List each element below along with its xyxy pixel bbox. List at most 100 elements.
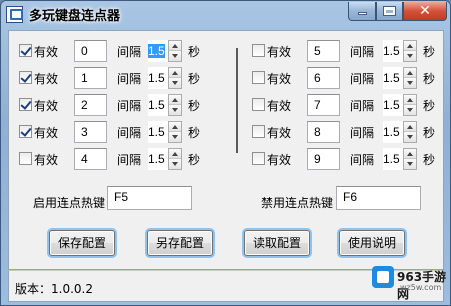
key-field[interactable]: 9 <box>307 148 340 170</box>
minimize-button[interactable] <box>348 2 376 21</box>
seconds-label: 秒 <box>188 99 201 113</box>
interval-spinner[interactable] <box>403 94 417 116</box>
interval-label: 间隔 <box>350 126 375 140</box>
interval-value[interactable]: 1.5 <box>383 148 403 170</box>
spin-up-icon[interactable] <box>169 68 181 78</box>
spin-down-icon[interactable] <box>169 105 181 115</box>
enable-label: 有效 <box>34 72 59 86</box>
seconds-label: 秒 <box>423 153 436 167</box>
enable-checkbox[interactable] <box>252 98 265 111</box>
spin-up-icon[interactable] <box>169 122 181 132</box>
seconds-label: 秒 <box>188 153 201 167</box>
enable-label: 有效 <box>267 126 292 140</box>
interval-value[interactable]: 1.5 <box>148 94 168 116</box>
seconds-label: 秒 <box>423 126 436 140</box>
spin-down-icon[interactable] <box>169 78 181 88</box>
spin-up-icon[interactable] <box>404 95 416 105</box>
enable-label: 有效 <box>267 99 292 113</box>
save-config-button[interactable]: 保存配置 <box>49 230 115 256</box>
spin-up-icon[interactable] <box>404 122 416 132</box>
interval-spinner[interactable] <box>168 94 182 116</box>
help-button[interactable]: 使用说明 <box>339 230 405 256</box>
seconds-label: 秒 <box>188 72 201 86</box>
interval-label: 间隔 <box>350 153 375 167</box>
interval-spinner[interactable] <box>168 40 182 62</box>
disable-hotkey-field[interactable]: F6 <box>336 186 421 210</box>
enable-label: 有效 <box>34 153 59 167</box>
key-row: 有效 1 间隔 1.5 秒 <box>9 67 229 89</box>
maximize-button[interactable] <box>376 2 403 21</box>
interval-value[interactable]: 1.5 <box>148 40 168 62</box>
key-field[interactable]: 3 <box>74 121 107 143</box>
enable-checkbox[interactable] <box>19 71 32 84</box>
site-logo-icon <box>372 266 394 288</box>
spin-up-icon[interactable] <box>169 41 181 51</box>
enable-checkbox[interactable] <box>252 44 265 57</box>
enable-checkbox[interactable] <box>19 152 32 165</box>
watermark-url: wz5w.com <box>400 283 442 292</box>
key-row: 有效 3 间隔 1.5 秒 <box>9 121 229 143</box>
maximize-icon <box>383 6 396 16</box>
key-field[interactable]: 1 <box>74 67 107 89</box>
interval-label: 间隔 <box>350 99 375 113</box>
spin-down-icon[interactable] <box>404 51 416 61</box>
interval-label: 间隔 <box>117 45 142 59</box>
key-row: 有效 0 间隔 1.5 秒 <box>9 40 229 62</box>
spin-down-icon[interactable] <box>404 159 416 169</box>
spin-up-icon[interactable] <box>169 95 181 105</box>
app-window: 多玩键盘连点器 ✕ 有效 0 间隔 1.5 秒 有效 1 间隔 1.5 秒 有效 <box>0 0 451 306</box>
close-icon: ✕ <box>419 3 431 19</box>
site-watermark: 963手游网 wz5w.com <box>372 262 448 302</box>
spin-up-icon[interactable] <box>404 68 416 78</box>
save-as-config-button[interactable]: 另存配置 <box>147 230 213 256</box>
spin-down-icon[interactable] <box>169 159 181 169</box>
spin-up-icon[interactable] <box>404 149 416 159</box>
key-field[interactable]: 6 <box>307 67 340 89</box>
interval-spinner[interactable] <box>403 148 417 170</box>
load-config-button[interactable]: 读取配置 <box>244 230 310 256</box>
interval-label: 间隔 <box>350 45 375 59</box>
enable-checkbox[interactable] <box>19 98 32 111</box>
column-divider <box>236 48 238 153</box>
enable-label: 有效 <box>267 72 292 86</box>
interval-spinner[interactable] <box>168 67 182 89</box>
interval-value[interactable]: 1.5 <box>383 67 403 89</box>
interval-spinner[interactable] <box>403 67 417 89</box>
version-label: 版本：1.0.0.2 <box>15 282 93 296</box>
interval-spinner[interactable] <box>168 121 182 143</box>
enable-checkbox[interactable] <box>252 71 265 84</box>
enable-checkbox[interactable] <box>252 152 265 165</box>
key-field[interactable]: 0 <box>74 40 107 62</box>
title-bar[interactable]: 多玩键盘连点器 ✕ <box>1 1 450 29</box>
spin-up-icon[interactable] <box>404 41 416 51</box>
spin-down-icon[interactable] <box>404 78 416 88</box>
seconds-label: 秒 <box>423 99 436 113</box>
interval-value[interactable]: 1.5 <box>383 121 403 143</box>
interval-spinner[interactable] <box>403 40 417 62</box>
seconds-label: 秒 <box>188 45 201 59</box>
enable-hotkey-field[interactable]: F5 <box>107 186 192 210</box>
interval-value[interactable]: 1.5 <box>383 40 403 62</box>
close-button[interactable]: ✕ <box>403 2 447 21</box>
keyboard-app-icon <box>6 6 23 23</box>
spin-down-icon[interactable] <box>169 132 181 142</box>
enable-checkbox[interactable] <box>19 44 32 57</box>
enable-checkbox[interactable] <box>252 125 265 138</box>
key-field[interactable]: 8 <box>307 121 340 143</box>
interval-value[interactable]: 1.5 <box>148 148 168 170</box>
interval-value[interactable]: 1.5 <box>383 94 403 116</box>
interval-value[interactable]: 1.5 <box>148 67 168 89</box>
spin-up-icon[interactable] <box>169 149 181 159</box>
enable-label: 有效 <box>34 126 59 140</box>
interval-spinner[interactable] <box>168 148 182 170</box>
key-field[interactable]: 5 <box>307 40 340 62</box>
key-field[interactable]: 4 <box>74 148 107 170</box>
interval-value[interactable]: 1.5 <box>148 121 168 143</box>
spin-down-icon[interactable] <box>404 105 416 115</box>
key-field[interactable]: 2 <box>74 94 107 116</box>
enable-checkbox[interactable] <box>19 125 32 138</box>
interval-spinner[interactable] <box>403 121 417 143</box>
spin-down-icon[interactable] <box>169 51 181 61</box>
spin-down-icon[interactable] <box>404 132 416 142</box>
key-field[interactable]: 7 <box>307 94 340 116</box>
